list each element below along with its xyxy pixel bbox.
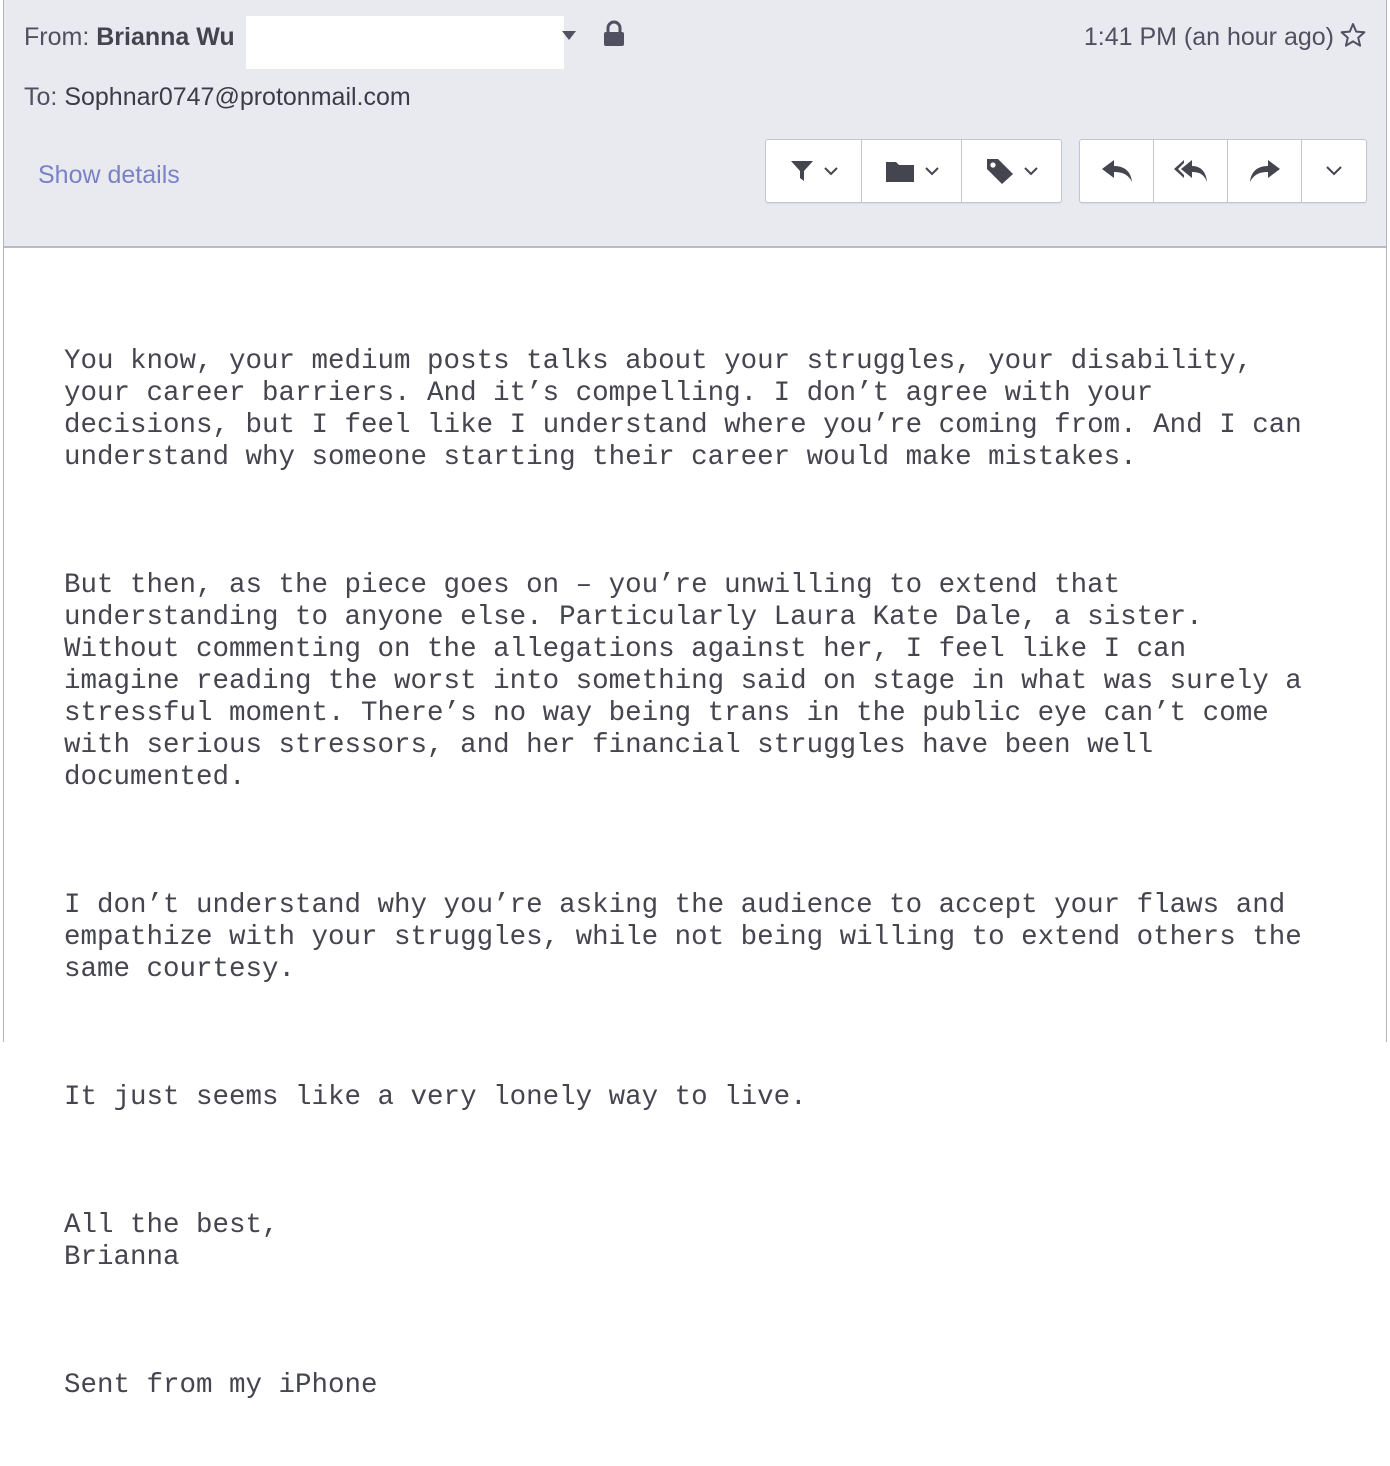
filter-button[interactable] [766,140,862,202]
body-paragraph: You know, your medium posts talks about … [64,346,1302,473]
forward-button[interactable] [1228,140,1302,202]
message-body: You know, your medium posts talks about … [64,282,1364,1466]
body-paragraph: But then, as the piece goes on – you’re … [64,570,1302,793]
filter-icon [790,161,813,181]
timestamp: 1:41 PM (an hour ago) [1083,23,1334,51]
tag-icon [986,159,1013,184]
show-details-link[interactable]: Show details [38,160,180,190]
reply-all-icon [1173,160,1207,182]
sender-name[interactable]: Brianna Wu [96,23,234,51]
to-label: To: [24,83,58,111]
from-row: From: Brianna Wu [24,22,235,52]
chevron-down-icon [1023,167,1038,176]
forward-icon [1249,160,1280,182]
reply-icon [1101,160,1132,182]
reply-button[interactable] [1080,140,1154,202]
to-row: To: Sophnar0747@protonmail.com [24,82,411,112]
chevron-down-icon [1326,166,1342,176]
body-paragraph: I don’t understand why you’re asking the… [64,890,1302,985]
label-button[interactable] [962,140,1061,202]
folder-icon [885,162,914,182]
reply-actions-group [1079,139,1367,203]
recipient-address[interactable]: Sophnar0747@protonmail.com [64,83,410,111]
more-actions-button[interactable] [1302,140,1366,202]
email-view: From: Brianna Wu 1:41 PM (an hour ago) T… [3,0,1387,1401]
chevron-down-icon [823,167,838,176]
from-label: From: [24,23,90,51]
star-icon[interactable] [1340,22,1366,48]
redaction-box [246,16,564,69]
body-paragraph: It just seems like a very lonely way to … [64,1082,807,1113]
lock-icon[interactable] [602,20,626,48]
sender-dropdown-icon[interactable] [562,31,576,40]
message-actions-group [765,139,1062,203]
signature: All the best, Brianna [64,1210,279,1273]
chevron-down-icon [924,167,939,176]
move-to-folder-button[interactable] [862,140,962,202]
sent-from-footer: Sent from my iPhone [64,1370,378,1401]
reply-all-button[interactable] [1154,140,1228,202]
email-header: From: Brianna Wu 1:41 PM (an hour ago) T… [4,0,1386,248]
